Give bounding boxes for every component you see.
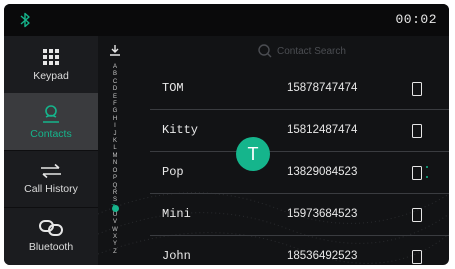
contact-row[interactable]: Pop 13829084523 (150, 152, 449, 194)
phone-app-screen: 00:02 Keypad Contacts Call History Bluet… (4, 4, 449, 265)
alphabet-index: ABCDEFGHIJKLMNOPQRSTUVWXYZ (104, 36, 130, 265)
alphabet-letter-c[interactable]: C (113, 79, 117, 86)
phone-icon[interactable] (412, 208, 422, 222)
alphabet-letters[interactable]: ABCDEFGHIJKLMNOPQRSTUVWXYZ (108, 64, 122, 256)
nav-label-keypad: Keypad (33, 69, 69, 82)
search-placeholder: Contact Search (277, 45, 346, 57)
alphabet-letter-o[interactable]: O (113, 168, 118, 175)
alphabet-letter-l[interactable]: L (113, 145, 116, 152)
sidebar: Keypad Contacts Call History Bluetooth (4, 36, 98, 265)
contact-name: John (162, 249, 191, 263)
alphabet-letter-d[interactable]: D (113, 86, 117, 93)
index-letter-bubble: T (236, 137, 270, 171)
contact-row[interactable]: John 18536492523 (150, 236, 449, 265)
alphabet-letter-z[interactable]: Z (113, 249, 117, 256)
nav-label-bluetooth: Bluetooth (28, 240, 74, 253)
index-top-icon[interactable] (109, 44, 121, 56)
alphabet-letter-e[interactable]: E (113, 94, 117, 101)
contact-row[interactable]: TOM 15878747474 (150, 68, 449, 110)
call-history-icon (41, 163, 61, 178)
contact-search[interactable]: Contact Search (258, 42, 346, 60)
nav-label-contacts: Contacts (30, 127, 72, 140)
alphabet-letter-i[interactable]: I (114, 123, 116, 130)
alphabet-letter-f[interactable]: F (113, 101, 117, 108)
contact-name: TOM (162, 81, 184, 95)
alphabet-letter-y[interactable]: Y (113, 241, 117, 248)
phone-icon[interactable] (412, 250, 422, 264)
clock: 00:02 (395, 12, 437, 27)
phone-icon[interactable] (412, 82, 422, 96)
nav-call-history[interactable]: Call History (4, 150, 98, 208)
alphabet-letter-b[interactable]: B (113, 71, 117, 78)
search-icon (258, 44, 272, 58)
contact-row[interactable]: Kitty 15812487474 (150, 110, 449, 152)
contact-phone: 15973684523 (287, 208, 358, 220)
phone-icon[interactable] (412, 166, 422, 180)
alphabet-letter-g[interactable]: G (113, 108, 118, 115)
contact-row[interactable]: Mini 15973684523 (150, 194, 449, 236)
alphabet-letter-u[interactable]: U (113, 212, 117, 219)
contact-name: Mini (162, 207, 191, 221)
alphabet-letter-v[interactable]: V (113, 219, 117, 226)
alphabet-letter-x[interactable]: X (113, 234, 117, 241)
alphabet-letter-s[interactable]: S (113, 197, 117, 204)
contacts-list: TOM 15878747474 Kitty 15812487474 Pop 13… (150, 68, 449, 265)
contact-name: Pop (162, 165, 184, 179)
nav-contacts[interactable]: Contacts (4, 93, 98, 151)
alphabet-letter-a[interactable]: A (113, 64, 117, 71)
contact-phone: 13829084523 (287, 166, 358, 178)
alphabet-letter-t[interactable]: T (111, 204, 119, 212)
contact-name: Kitty (162, 123, 199, 137)
alphabet-letter-j[interactable]: J (114, 131, 117, 138)
contact-phone: 15878747474 (287, 82, 358, 94)
contact-phone: 18536492523 (287, 250, 358, 262)
phone-icon[interactable] (412, 124, 422, 138)
nav-label-call-history: Call History (24, 182, 78, 195)
bluetooth-icon (20, 12, 30, 28)
status-bar: 00:02 (4, 4, 449, 36)
alphabet-letter-r[interactable]: R (113, 190, 117, 197)
nav-bluetooth[interactable]: Bluetooth (4, 207, 98, 264)
nav-keypad[interactable]: Keypad (4, 36, 98, 94)
alphabet-letter-q[interactable]: Q (113, 183, 118, 190)
keypad-icon (43, 48, 59, 65)
alphabet-letter-p[interactable]: P (113, 175, 117, 182)
alphabet-letter-m[interactable]: M (113, 153, 118, 160)
alphabet-letter-k[interactable]: K (113, 138, 117, 145)
bluetooth-link-icon (39, 219, 63, 236)
contacts-icon (43, 104, 59, 123)
contact-phone: 15812487474 (287, 124, 358, 136)
alphabet-letter-h[interactable]: H (113, 116, 117, 123)
alphabet-letter-n[interactable]: N (113, 160, 117, 167)
scroll-indicator-dots (426, 166, 428, 178)
alphabet-letter-w[interactable]: W (112, 227, 118, 234)
